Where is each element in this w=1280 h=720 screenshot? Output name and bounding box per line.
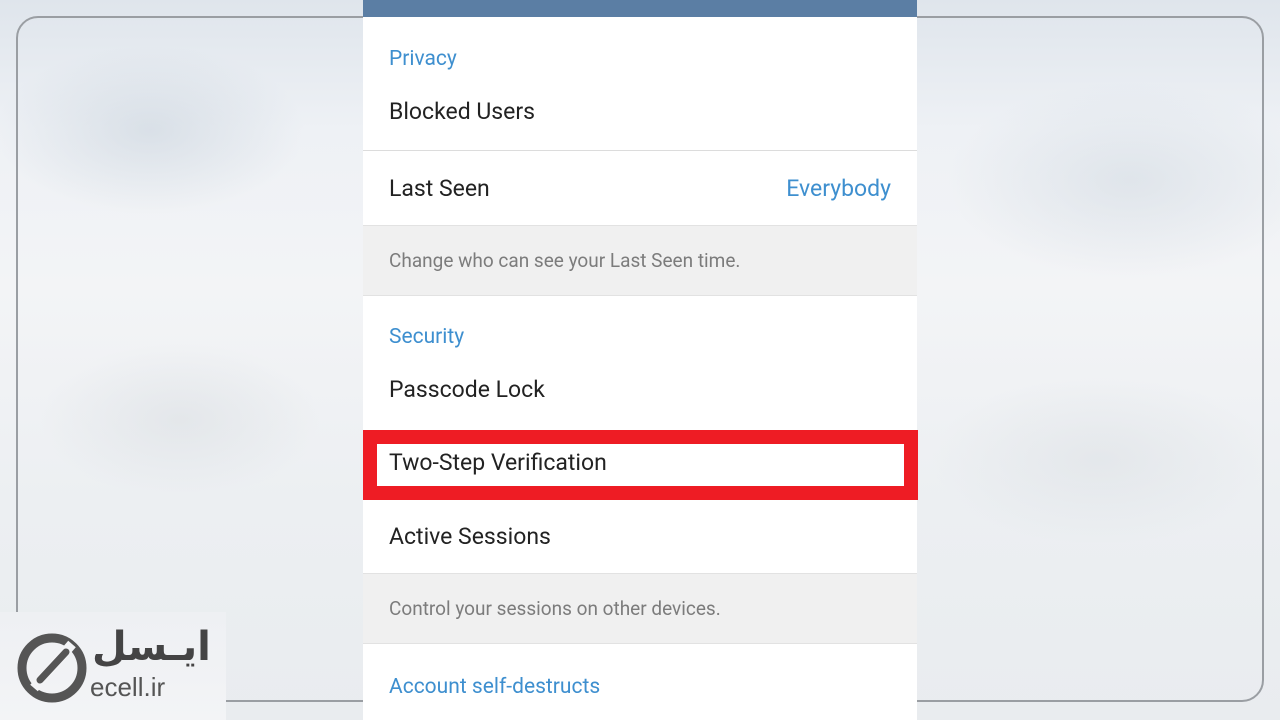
sessions-hint: Control your sessions on other devices. [363,573,917,643]
privacy-section-header: Privacy [389,47,457,71]
settings-screen: Privacy Blocked Users Last Seen Everybod… [363,0,917,720]
last-seen-hint: Change who can see your Last Seen time. [363,225,917,295]
logo-latin-text: ecell.ir [90,672,166,702]
blocked-users-item[interactable]: Blocked Users [363,73,917,150]
account-self-destructs-header: Account self-destructs [363,643,917,720]
last-seen-label: Last Seen [389,174,490,202]
passcode-lock-label: Passcode Lock [389,375,545,403]
last-seen-value: Everybody [786,174,891,202]
passcode-lock-item[interactable]: Passcode Lock [363,353,917,425]
highlight-box [363,430,918,500]
logo-persian-text: ایـسل [92,624,211,670]
active-sessions-item[interactable]: Active Sessions [363,499,917,573]
blocked-users-label: Blocked Users [389,98,536,125]
action-bar [363,0,917,17]
security-section-header: Security [363,295,917,353]
active-sessions-label: Active Sessions [389,522,551,550]
last-seen-item[interactable]: Last Seen Everybody [363,151,917,225]
